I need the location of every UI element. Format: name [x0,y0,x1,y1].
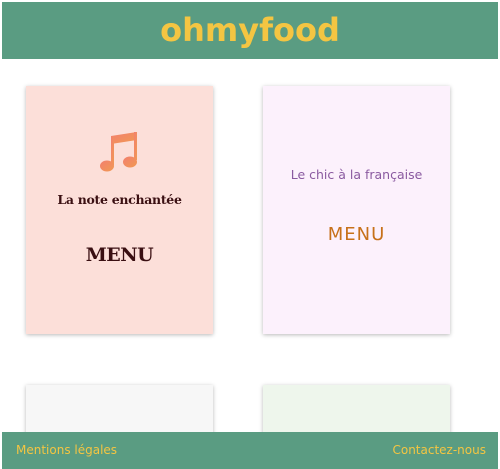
restaurant-name: Le chic à la française [290,167,423,182]
restaurant-card-le-chic[interactable] [263,86,450,334]
restaurant-card-la-note-enchantee[interactable] [26,86,213,334]
footer: Mentions légales Contactez-nous [2,432,498,469]
menu-button[interactable]: MENU [263,224,450,245]
contact-link[interactable]: Contactez-nous [392,443,486,457]
header: ohmyfood [2,2,498,59]
page: ohmyfood La note enchantée MENU Le chic … [0,0,500,469]
logo[interactable]: ohmyfood [160,11,340,49]
menu-button[interactable]: MENU [26,244,213,266]
legal-link[interactable]: Mentions légales [16,443,117,457]
music-note-icon [100,132,137,172]
restaurant-name: La note enchantée [57,192,182,207]
